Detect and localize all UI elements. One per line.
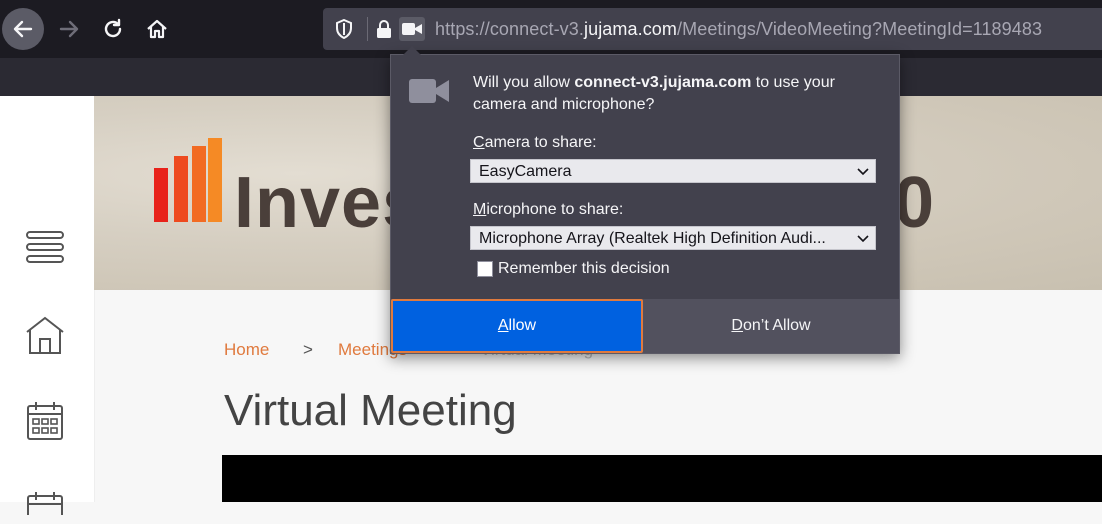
home-icon [147,19,167,39]
shield-icon[interactable] [333,18,355,40]
camera-label-accesskey: C [473,134,485,151]
page-title: Virtual Meeting [224,386,517,435]
url-bar[interactable]: https://connect-v3.jujama.com/Meetings/V… [323,8,1102,50]
breadcrumb-home[interactable]: Home [224,340,269,360]
url-text: https://connect-v3.jujama.com/Meetings/V… [435,19,1042,40]
remember-checkbox[interactable] [477,261,493,277]
microphone-select[interactable]: Microphone Array (Realtek High Definitio… [470,226,876,250]
url-host: jujama.com [583,19,678,39]
chevron-down-icon [857,227,869,249]
camera-label-text: amera to share: [484,134,597,151]
allow-accesskey: A [497,317,509,334]
arrow-right-icon [59,20,79,38]
arrow-left-icon [13,20,33,38]
message-pre: Will you allow [473,74,575,91]
message-host: connect-v3.jujama.com [574,74,752,91]
dont-allow-button[interactable]: Don’t Allow [643,299,899,353]
microphone-select-value: Microphone Array (Realtek High Definitio… [479,230,826,247]
forward-button[interactable] [48,8,90,50]
popup-arrow [403,46,421,55]
permission-popup: Will you allow connect-v3.jujama.com to … [390,46,900,354]
popup-button-row: Allow Don’t Allow [391,299,899,353]
logo-bar [174,156,188,222]
url-separator [367,17,368,41]
breadcrumb-separator: > [303,340,313,359]
url-prefix: https://connect-v3. [435,19,584,39]
reload-icon [104,18,122,38]
remember-label[interactable]: Remember this decision [498,260,670,278]
banner-year: 0 [894,163,935,243]
camera-select-value: EasyCamera [479,163,572,180]
microphone-label-text: icrophone to share: [486,201,624,218]
chevron-down-icon [857,160,869,182]
allow-label: llow [508,317,537,334]
calendar-list-icon[interactable] [24,482,66,524]
microphone-label: Microphone to share: [473,201,623,219]
logo-bar [208,138,222,222]
camera-label: Camera to share: [473,134,597,152]
back-button[interactable] [2,8,44,50]
microphone-label-accesskey: M [473,201,487,218]
video-area[interactable] [222,455,1102,502]
camera-permission-icon[interactable] [399,17,425,41]
lock-icon[interactable] [373,18,395,40]
camera-select[interactable]: EasyCamera [470,159,876,183]
url-path: /Meetings/VideoMeeting?MeetingId=1189483 [677,19,1043,39]
logo-bar [154,168,168,222]
home-icon[interactable] [24,314,66,356]
deny-label: on’t Allow [742,317,811,334]
permission-message: Will you allow connect-v3.jujama.com to … [473,72,883,116]
camera-icon [407,71,451,111]
logo-bar [192,146,206,222]
sidebar [0,96,95,515]
deny-accesskey: D [731,317,743,334]
reload-button[interactable] [92,8,134,50]
menu-icon[interactable] [24,226,66,268]
home-button[interactable] [136,8,178,50]
allow-button[interactable]: Allow [391,299,643,353]
calendar-icon[interactable] [24,400,66,442]
